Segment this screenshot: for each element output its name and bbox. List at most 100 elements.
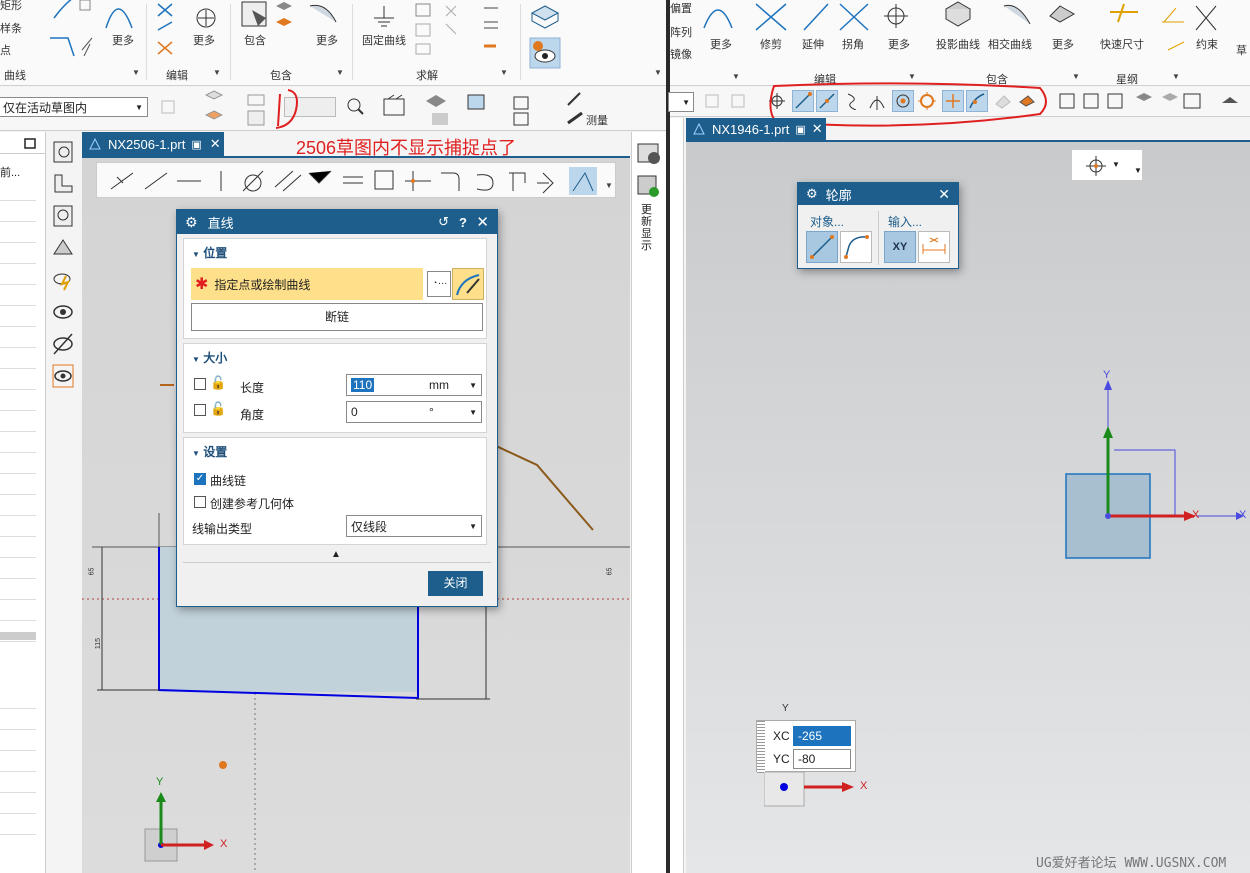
- list-item[interactable]: [0, 285, 36, 306]
- maximize-icon[interactable]: [24, 138, 36, 150]
- help-icon[interactable]: ?: [459, 215, 467, 230]
- update-display-label[interactable]: 更新显示: [641, 204, 655, 252]
- profile-dialog-header[interactable]: ⚙ 轮廓 ✕: [798, 183, 958, 205]
- chevron-down-icon[interactable]: ▼: [132, 68, 140, 77]
- list-item[interactable]: [0, 306, 36, 327]
- constraint-navigator-icon[interactable]: [52, 204, 74, 228]
- sketch-tab-button[interactable]: 草: [1236, 42, 1247, 58]
- navigator-item[interactable]: 前...: [0, 164, 20, 180]
- chevron-down-icon[interactable]: ▼: [336, 68, 344, 77]
- angle-lock-checkbox[interactable]: [194, 404, 206, 416]
- list-item[interactable]: [0, 688, 36, 709]
- sketch-settings-icon[interactable]: [636, 140, 662, 166]
- more-button[interactable]: 更多: [888, 36, 910, 52]
- list-item[interactable]: [0, 411, 36, 432]
- show-only-eye-icon[interactable]: [52, 364, 74, 388]
- navigator-scrollbar[interactable]: [0, 632, 36, 640]
- ribbon-item-point[interactable]: 点: [0, 42, 11, 58]
- fixed-curve-icon[interactable]: [370, 4, 400, 28]
- part-navigator-icon[interactable]: [52, 140, 74, 164]
- size-section-title[interactable]: ▼ 大小: [184, 344, 486, 366]
- measure-icon[interactable]: [566, 91, 584, 127]
- trim-icon[interactable]: [154, 0, 224, 60]
- assembly-navigator-icon[interactable]: [52, 172, 74, 196]
- chevron-down-icon[interactable]: ▼: [213, 68, 221, 77]
- show-eye-icon[interactable]: [52, 300, 74, 324]
- list-item[interactable]: [0, 495, 36, 516]
- include-icon[interactable]: [238, 0, 338, 30]
- specify-point-row[interactable]: ✱ 指定点或绘制曲线: [191, 268, 423, 300]
- view-toolbar-icons[interactable]: [344, 91, 544, 127]
- sketch-curve-button[interactable]: [452, 268, 484, 300]
- grip-handle[interactable]: [757, 721, 765, 773]
- project-curve-button[interactable]: 投影曲线: [936, 36, 980, 52]
- selection-filter-dropdown[interactable]: 仅在活动草图内 ▼: [0, 97, 148, 117]
- point-dialog-button[interactable]: ⠠…: [427, 271, 451, 297]
- corner-button[interactable]: 拐角: [842, 36, 864, 52]
- chevron-down-icon[interactable]: ▼: [500, 68, 508, 77]
- line-mode-button[interactable]: [806, 231, 838, 263]
- xc-input[interactable]: -265: [793, 726, 851, 746]
- arc-curve-icon[interactable]: [46, 0, 136, 60]
- list-item[interactable]: [0, 600, 36, 621]
- ribbon-item-mirror[interactable]: 镜像: [670, 46, 692, 62]
- chevron-down-icon[interactable]: ▼: [1172, 72, 1180, 81]
- list-item[interactable]: [0, 180, 36, 201]
- list-item[interactable]: [0, 579, 36, 600]
- position-section-title[interactable]: ▼ 位置: [184, 239, 486, 261]
- list-item[interactable]: [0, 390, 36, 411]
- more-button[interactable]: 更多: [1052, 36, 1074, 52]
- snap-selector[interactable]: ▼ ▼: [1071, 149, 1143, 181]
- gear-icon[interactable]: ⚙: [185, 214, 198, 231]
- include-button-label[interactable]: 包含: [244, 32, 266, 48]
- create-ref-checkbox[interactable]: [194, 496, 206, 508]
- ribbon-item-offset[interactable]: 偏置: [670, 0, 692, 16]
- close-icon[interactable]: ✕: [938, 186, 950, 203]
- extend-button[interactable]: 延伸: [802, 36, 824, 52]
- close-icon[interactable]: ✕: [476, 213, 489, 231]
- break-chain-button[interactable]: 断链: [191, 303, 483, 331]
- arc-mode-button[interactable]: [840, 231, 872, 263]
- list-item[interactable]: [0, 516, 36, 537]
- close-button[interactable]: 关闭: [428, 571, 483, 596]
- fixed-curve-label[interactable]: 固定曲线: [362, 32, 406, 48]
- snap-toolbar-icons[interactable]: [158, 89, 278, 129]
- list-item[interactable]: [0, 264, 36, 285]
- more-button-3[interactable]: 更多: [316, 32, 338, 48]
- list-item[interactable]: [0, 432, 36, 453]
- angle-input[interactable]: 0 ° ▼: [346, 401, 482, 423]
- more-button-1[interactable]: 更多: [112, 32, 134, 48]
- list-item[interactable]: [0, 222, 36, 243]
- constraint-button[interactable]: 约束: [1196, 36, 1218, 52]
- chevron-down-icon[interactable]: ▼: [1072, 72, 1080, 81]
- tab-nx1946[interactable]: NX1946-1.prt ▣ ✕: [686, 118, 826, 140]
- view-icons[interactable]: [528, 2, 562, 72]
- hide-lightning-icon[interactable]: [52, 268, 74, 292]
- ribbon-item-rectangle[interactable]: 矩形: [0, 0, 22, 13]
- list-item[interactable]: [0, 453, 36, 474]
- chevron-down-icon[interactable]: ▼: [654, 68, 662, 77]
- hide-eye-icon[interactable]: [52, 332, 74, 356]
- chevron-down-icon[interactable]: ▼: [469, 381, 477, 390]
- ribbon-item-pattern[interactable]: 阵列: [670, 24, 692, 40]
- ribbon-item-spline[interactable]: 样条: [0, 20, 22, 36]
- reset-icon[interactable]: ↺: [438, 214, 449, 230]
- yc-input[interactable]: -80: [793, 749, 851, 769]
- line-dialog-header[interactable]: ⚙ 直线 ↺ ? ✕: [177, 210, 497, 234]
- list-item[interactable]: [0, 814, 36, 835]
- tab-nx2506[interactable]: NX2506-1.prt ▣ ✕: [82, 132, 224, 156]
- ribbon-edit-icons[interactable]: [700, 0, 920, 34]
- reuse-library-icon[interactable]: [52, 236, 74, 260]
- list-item[interactable]: [0, 558, 36, 579]
- list-item[interactable]: [0, 474, 36, 495]
- ribbon-include-icons[interactable]: [938, 0, 1078, 34]
- list-item[interactable]: [0, 327, 36, 348]
- trim-button[interactable]: 修剪: [760, 36, 782, 52]
- chevron-down-icon[interactable]: ▼: [732, 72, 740, 81]
- length-lock-checkbox[interactable]: [194, 378, 206, 390]
- measure-label[interactable]: 测量: [586, 112, 608, 128]
- list-item[interactable]: [0, 772, 36, 793]
- view-toolbar-icons[interactable]: [1056, 91, 1250, 113]
- length-input[interactable]: 110 mm ▼: [346, 374, 482, 396]
- selection-icons[interactable]: [702, 91, 762, 113]
